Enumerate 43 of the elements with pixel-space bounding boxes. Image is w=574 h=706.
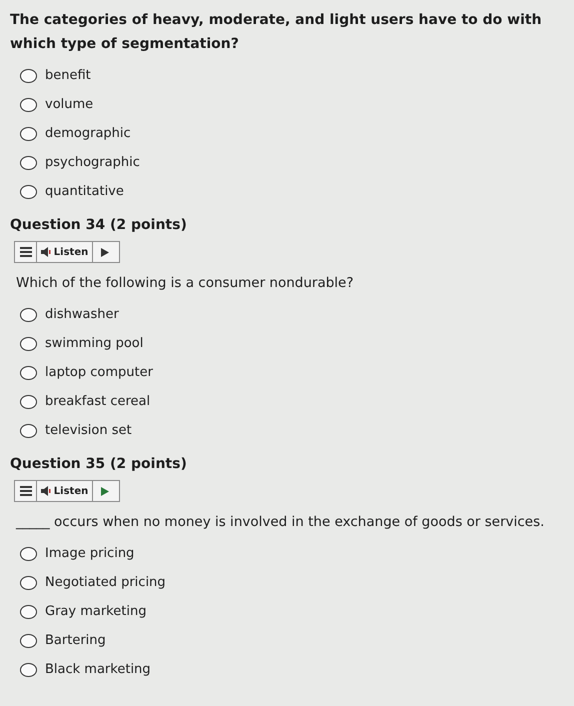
option-label: Negotiated pricing	[45, 575, 166, 590]
menu-icon	[20, 247, 32, 257]
play-icon	[101, 486, 109, 496]
question-text: The categories of heavy, moderate, and light users have to do with which type of segmentation?	[10, 11, 543, 54]
radio-button[interactable]	[20, 394, 37, 408]
radio-button[interactable]	[20, 634, 37, 648]
question-title: Question 35 (2 points)	[10, 456, 188, 472]
listen-button[interactable]: Listen	[37, 481, 93, 501]
radio-button[interactable]	[20, 308, 37, 322]
speaker-icon	[40, 486, 51, 496]
radio-button[interactable]	[20, 156, 37, 170]
question-text: Which of the following is a consumer nondurable?	[16, 274, 355, 293]
radio-button[interactable]	[20, 68, 37, 82]
question-title: Question 34 (2 points)	[10, 217, 188, 233]
option-label: television set	[45, 423, 132, 438]
radio-button[interactable]	[20, 366, 37, 380]
option-label: volume	[45, 97, 94, 112]
question-text: _____ occurs when no money is involved in the exchange of goods or services.	[16, 513, 546, 532]
radio-button[interactable]	[20, 576, 37, 590]
speaker-icon	[40, 247, 51, 257]
option-label: Black marketing	[45, 662, 151, 677]
radio-button[interactable]	[20, 126, 37, 140]
listen-button[interactable]: Listen	[37, 242, 93, 262]
radio-button[interactable]	[20, 336, 37, 350]
option-label: psychographic	[45, 155, 140, 170]
radio-button[interactable]	[20, 604, 37, 618]
radio-button[interactable]	[20, 98, 37, 112]
option-label: benefit	[45, 68, 91, 83]
option-label: Gray marketing	[45, 604, 146, 619]
option-label: Bartering	[45, 633, 106, 648]
option-label: quantitative	[45, 184, 124, 199]
option-label: breakfast cereal	[45, 394, 150, 409]
radio-button[interactable]	[20, 546, 37, 560]
radio-button[interactable]	[20, 424, 37, 438]
radio-button[interactable]	[20, 184, 37, 198]
menu-icon	[20, 486, 32, 496]
play-icon	[101, 248, 109, 256]
option-label: demographic	[45, 126, 131, 141]
option-label: laptop computer	[45, 365, 153, 380]
radio-button[interactable]	[20, 662, 37, 676]
option-label: dishwasher	[45, 307, 119, 322]
option-label: swimming pool	[45, 336, 144, 351]
option-label: Image pricing	[45, 546, 134, 561]
